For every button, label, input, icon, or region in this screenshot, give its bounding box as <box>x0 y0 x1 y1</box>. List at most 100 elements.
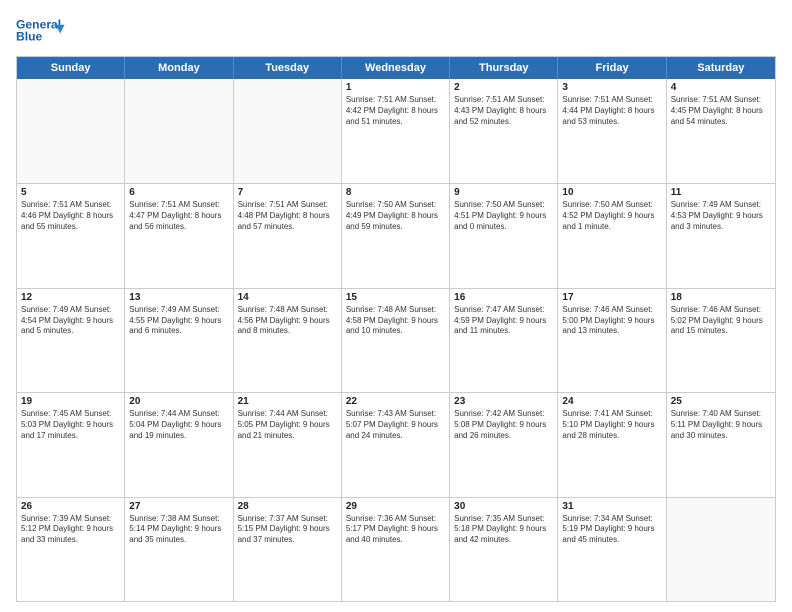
weekday-header: Monday <box>125 57 233 79</box>
day-number: 17 <box>562 292 661 303</box>
calendar-cell: 3 Sunrise: 7:51 AM Sunset: 4:44 PM Daylig… <box>558 79 666 183</box>
cell-info: Sunrise: 7:44 AM Sunset: 5:04 PM Dayligh… <box>129 409 228 441</box>
calendar-cell: 26 Sunrise: 7:39 AM Sunset: 5:12 PM Dayli… <box>17 498 125 601</box>
calendar-cell: 20 Sunrise: 7:44 AM Sunset: 5:04 PM Dayli… <box>125 393 233 496</box>
calendar-cell: 11 Sunrise: 7:49 AM Sunset: 4:53 PM Dayli… <box>667 184 775 287</box>
page: GeneralBlue SundayMondayTuesdayWednesday… <box>0 0 792 612</box>
day-number: 30 <box>454 501 553 512</box>
cell-info: Sunrise: 7:39 AM Sunset: 5:12 PM Dayligh… <box>21 514 120 546</box>
calendar-cell <box>125 79 233 183</box>
cell-info: Sunrise: 7:49 AM Sunset: 4:53 PM Dayligh… <box>671 200 771 232</box>
day-number: 26 <box>21 501 120 512</box>
day-number: 2 <box>454 82 553 93</box>
cell-info: Sunrise: 7:40 AM Sunset: 5:11 PM Dayligh… <box>671 409 771 441</box>
cell-info: Sunrise: 7:35 AM Sunset: 5:18 PM Dayligh… <box>454 514 553 546</box>
cell-info: Sunrise: 7:44 AM Sunset: 5:05 PM Dayligh… <box>238 409 337 441</box>
weekday-header: Thursday <box>450 57 558 79</box>
cell-info: Sunrise: 7:50 AM Sunset: 4:51 PM Dayligh… <box>454 200 553 232</box>
day-number: 8 <box>346 187 445 198</box>
cell-info: Sunrise: 7:51 AM Sunset: 4:43 PM Dayligh… <box>454 95 553 127</box>
calendar-cell: 8 Sunrise: 7:50 AM Sunset: 4:49 PM Daylig… <box>342 184 450 287</box>
cell-info: Sunrise: 7:51 AM Sunset: 4:47 PM Dayligh… <box>129 200 228 232</box>
calendar-row: 26 Sunrise: 7:39 AM Sunset: 5:12 PM Dayli… <box>17 497 775 601</box>
day-number: 4 <box>671 82 771 93</box>
calendar-cell: 31 Sunrise: 7:34 AM Sunset: 5:19 PM Dayli… <box>558 498 666 601</box>
day-number: 7 <box>238 187 337 198</box>
calendar-header: SundayMondayTuesdayWednesdayThursdayFrid… <box>17 57 775 79</box>
weekday-header: Friday <box>558 57 666 79</box>
calendar-cell: 16Sunrise: 7:47 AM Sunset: 4:59 PM Dayli… <box>450 289 558 392</box>
day-number: 25 <box>671 396 771 407</box>
calendar-cell: 15 Sunrise: 7:48 AM Sunset: 4:58 PM Dayli… <box>342 289 450 392</box>
cell-info: Sunrise: 7:51 AM Sunset: 4:44 PM Dayligh… <box>562 95 661 127</box>
day-number: 9 <box>454 187 553 198</box>
calendar-cell: 30 Sunrise: 7:35 AM Sunset: 5:18 PM Dayli… <box>450 498 558 601</box>
cell-info: Sunrise: 7:51 AM Sunset: 4:42 PM Dayligh… <box>346 95 445 127</box>
cell-info: Sunrise: 7:37 AM Sunset: 5:15 PM Dayligh… <box>238 514 337 546</box>
day-number: 6 <box>129 187 228 198</box>
cell-info: Sunrise: 7:45 AM Sunset: 5:03 PM Dayligh… <box>21 409 120 441</box>
header: GeneralBlue <box>16 12 776 48</box>
cell-info: Sunrise: 7:42 AM Sunset: 5:08 PM Dayligh… <box>454 409 553 441</box>
calendar-cell: 6 Sunrise: 7:51 AM Sunset: 4:47 PM Daylig… <box>125 184 233 287</box>
cell-info: Sunrise: 7:48 AM Sunset: 4:56 PM Dayligh… <box>238 305 337 337</box>
cell-info: Sunrise: 7:51 AM Sunset: 4:48 PM Dayligh… <box>238 200 337 232</box>
weekday-header: Sunday <box>17 57 125 79</box>
calendar-cell: 1Sunrise: 7:51 AM Sunset: 4:42 PM Daylig… <box>342 79 450 183</box>
calendar-cell <box>17 79 125 183</box>
cell-info: Sunrise: 7:34 AM Sunset: 5:19 PM Dayligh… <box>562 514 661 546</box>
calendar-cell: 10Sunrise: 7:50 AM Sunset: 4:52 PM Dayli… <box>558 184 666 287</box>
calendar-cell <box>667 498 775 601</box>
day-number: 18 <box>671 292 771 303</box>
cell-info: Sunrise: 7:47 AM Sunset: 4:59 PM Dayligh… <box>454 305 553 337</box>
day-number: 19 <box>21 396 120 407</box>
cell-info: Sunrise: 7:50 AM Sunset: 4:52 PM Dayligh… <box>562 200 661 232</box>
calendar-cell: 25 Sunrise: 7:40 AM Sunset: 5:11 PM Dayli… <box>667 393 775 496</box>
calendar: SundayMondayTuesdayWednesdayThursdayFrid… <box>16 56 776 602</box>
calendar-row: 5Sunrise: 7:51 AM Sunset: 4:46 PM Daylig… <box>17 183 775 287</box>
logo-svg: GeneralBlue <box>16 12 68 48</box>
cell-info: Sunrise: 7:51 AM Sunset: 4:45 PM Dayligh… <box>671 95 771 127</box>
calendar-row: 19 Sunrise: 7:45 AM Sunset: 5:03 PM Dayli… <box>17 392 775 496</box>
calendar-cell: 18 Sunrise: 7:46 AM Sunset: 5:02 PM Dayli… <box>667 289 775 392</box>
cell-info: Sunrise: 7:49 AM Sunset: 4:55 PM Dayligh… <box>129 305 228 337</box>
day-number: 3 <box>562 82 661 93</box>
cell-info: Sunrise: 7:38 AM Sunset: 5:14 PM Dayligh… <box>129 514 228 546</box>
day-number: 20 <box>129 396 228 407</box>
day-number: 13 <box>129 292 228 303</box>
cell-info: Sunrise: 7:46 AM Sunset: 5:02 PM Dayligh… <box>671 305 771 337</box>
calendar-cell: 14 Sunrise: 7:48 AM Sunset: 4:56 PM Dayli… <box>234 289 342 392</box>
cell-info: Sunrise: 7:49 AM Sunset: 4:54 PM Dayligh… <box>21 305 120 337</box>
day-number: 27 <box>129 501 228 512</box>
day-number: 28 <box>238 501 337 512</box>
calendar-row: 1Sunrise: 7:51 AM Sunset: 4:42 PM Daylig… <box>17 79 775 183</box>
cell-info: Sunrise: 7:50 AM Sunset: 4:49 PM Dayligh… <box>346 200 445 232</box>
cell-info: Sunrise: 7:36 AM Sunset: 5:17 PM Dayligh… <box>346 514 445 546</box>
cell-info: Sunrise: 7:43 AM Sunset: 5:07 PM Dayligh… <box>346 409 445 441</box>
calendar-cell: 19 Sunrise: 7:45 AM Sunset: 5:03 PM Dayli… <box>17 393 125 496</box>
day-number: 14 <box>238 292 337 303</box>
calendar-cell: 24Sunrise: 7:41 AM Sunset: 5:10 PM Dayli… <box>558 393 666 496</box>
weekday-header: Wednesday <box>342 57 450 79</box>
day-number: 29 <box>346 501 445 512</box>
weekday-header: Saturday <box>667 57 775 79</box>
calendar-cell: 13 Sunrise: 7:49 AM Sunset: 4:55 PM Dayli… <box>125 289 233 392</box>
calendar-cell: 23Sunrise: 7:42 AM Sunset: 5:08 PM Dayli… <box>450 393 558 496</box>
day-number: 15 <box>346 292 445 303</box>
calendar-cell: 4 Sunrise: 7:51 AM Sunset: 4:45 PM Daylig… <box>667 79 775 183</box>
calendar-cell <box>234 79 342 183</box>
day-number: 31 <box>562 501 661 512</box>
calendar-cell: 27 Sunrise: 7:38 AM Sunset: 5:14 PM Dayli… <box>125 498 233 601</box>
calendar-cell: 12Sunrise: 7:49 AM Sunset: 4:54 PM Dayli… <box>17 289 125 392</box>
cell-info: Sunrise: 7:48 AM Sunset: 4:58 PM Dayligh… <box>346 305 445 337</box>
logo: GeneralBlue <box>16 12 68 48</box>
calendar-cell: 17 Sunrise: 7:46 AM Sunset: 5:00 PM Dayli… <box>558 289 666 392</box>
day-number: 22 <box>346 396 445 407</box>
calendar-cell: 28 Sunrise: 7:37 AM Sunset: 5:15 PM Dayli… <box>234 498 342 601</box>
svg-text:Blue: Blue <box>16 29 43 43</box>
cell-info: Sunrise: 7:46 AM Sunset: 5:00 PM Dayligh… <box>562 305 661 337</box>
day-number: 11 <box>671 187 771 198</box>
day-number: 21 <box>238 396 337 407</box>
calendar-row: 12Sunrise: 7:49 AM Sunset: 4:54 PM Dayli… <box>17 288 775 392</box>
calendar-cell: 2 Sunrise: 7:51 AM Sunset: 4:43 PM Daylig… <box>450 79 558 183</box>
